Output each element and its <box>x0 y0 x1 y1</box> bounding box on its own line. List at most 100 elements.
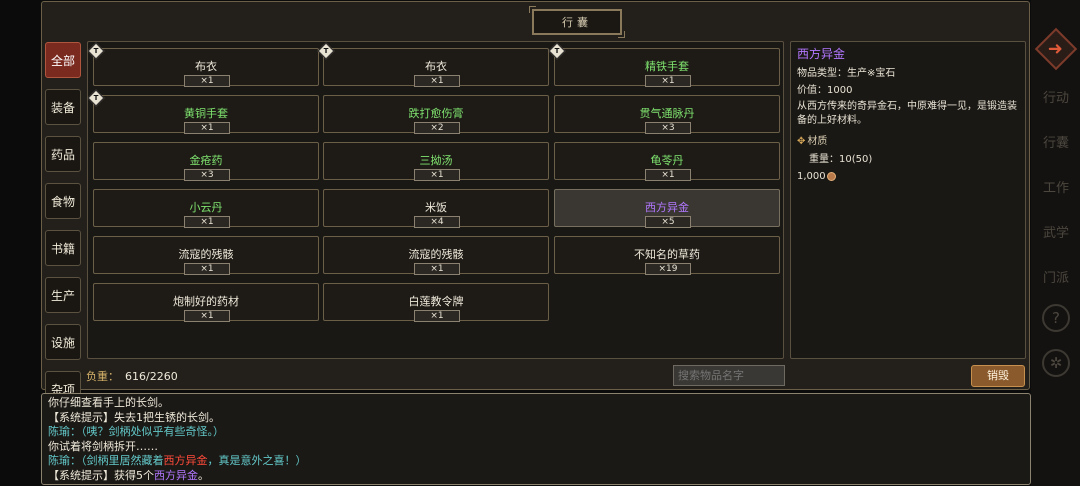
item-name: 炮制好的药材 <box>173 295 239 308</box>
item-quantity: ×1 <box>645 169 691 181</box>
help-icon[interactable]: ? <box>1042 304 1070 332</box>
item-name: 流寇的残骸 <box>408 248 464 261</box>
item-name: 布衣 <box>425 60 447 73</box>
item-name: 龟苓丹 <box>650 154 684 167</box>
log-segment: 西方异金 <box>154 468 198 482</box>
inventory-item[interactable]: 西方异金 ×5 <box>554 189 780 228</box>
item-quantity: ×1 <box>184 122 230 134</box>
equip-tag-icon: T <box>87 42 105 60</box>
inventory-item[interactable]: T 精铁手套 ×1 <box>548 42 780 87</box>
equip-tag-label: T <box>554 47 560 55</box>
carry-weight: 负重： 616/2260 <box>86 368 178 384</box>
sect-icon-glyph: 门派 <box>1042 270 1069 286</box>
settings-icon[interactable]: ✲ <box>1042 349 1070 377</box>
item-quantity: ×1 <box>414 310 460 322</box>
equip-tag-icon: T <box>87 89 105 107</box>
item-quantity: ×1 <box>414 263 460 275</box>
detail-item-type: 物品类型：生产※宝石 <box>797 68 896 79</box>
equip-tag-icon: T <box>548 42 566 60</box>
log-line: 你试着将剑柄拆开…… <box>48 440 1024 455</box>
inventory-item[interactable]: 跌打愈伤膏 ×2 <box>323 95 549 134</box>
item-name: 金疮药 <box>189 154 223 167</box>
item-quantity: ×1 <box>184 216 230 228</box>
item-name: 小云丹 <box>189 201 223 214</box>
log-segment: 【系统提示】失去1把生锈的长剑。 <box>48 410 220 424</box>
item-name: 白莲教令牌 <box>408 295 464 308</box>
action-arrow-icon[interactable]: ➜ <box>1034 27 1078 71</box>
detail-description: 从西方传来的奇异金石，中原难得一见，是锻造装备的上好材料。 <box>797 101 1017 126</box>
destroy-button[interactable]: 销毁 <box>971 365 1025 387</box>
item-name: 贯气通脉丹 <box>639 107 695 120</box>
category-tab[interactable]: 书籍 <box>45 230 81 266</box>
inventory-item[interactable]: 小云丹 ×1 <box>93 189 319 228</box>
category-tab[interactable]: 全部 <box>45 42 81 78</box>
log-line: 【系统提示】失去1把生锈的长剑。 <box>48 411 1024 426</box>
item-detail-panel: 西方异金 物品类型：生产※宝石 价值：1000 从西方传来的奇异金石，中原难得一… <box>790 41 1026 359</box>
inventory-item[interactable]: 金疮药 ×3 <box>93 142 319 181</box>
bag-icon-glyph: 行囊 <box>1042 135 1069 151</box>
log-line: 你仔细查看手上的长剑。 <box>48 396 1024 411</box>
detail-weight: 重量：10(50) <box>809 154 873 165</box>
equip-tag-label: T <box>93 47 99 55</box>
item-quantity: ×1 <box>645 75 691 87</box>
equip-tag-label: T <box>323 47 329 55</box>
category-tab[interactable]: 药品 <box>45 136 81 172</box>
item-name: 跌打愈伤膏 <box>408 107 464 120</box>
log-segment: 。 <box>198 468 209 482</box>
item-quantity: ×19 <box>645 263 691 275</box>
item-name: 西方异金 <box>645 201 689 214</box>
action-icon-glyph: 行动 <box>1042 90 1069 106</box>
inventory-item[interactable]: T 布衣 ×1 <box>317 42 549 87</box>
action-icon[interactable]: 行动 <box>1039 79 1073 113</box>
inventory-item[interactable]: 米饭 ×4 <box>323 189 549 228</box>
item-quantity: ×1 <box>414 75 460 87</box>
detail-material: ✥ 材质 <box>797 132 1019 147</box>
category-tab[interactable]: 食物 <box>45 183 81 219</box>
log-segment: 你仔细查看手上的长剑。 <box>48 396 169 409</box>
work-icon[interactable]: 工作 <box>1039 169 1073 203</box>
bag-icon[interactable]: 行囊 <box>1039 124 1073 158</box>
category-tab[interactable]: 装备 <box>45 89 81 125</box>
action-arrow-icon-glyph: ➜ <box>1048 38 1064 60</box>
inventory-item[interactable]: 流寇的残骸 ×1 <box>323 236 549 275</box>
inventory-item[interactable]: 龟苓丹 ×1 <box>554 142 780 181</box>
item-quantity: ×3 <box>645 122 691 134</box>
price-value: 1,000 <box>797 171 826 182</box>
log-segment: 西方异金 <box>163 454 208 467</box>
item-name: 流寇的残骸 <box>178 248 234 261</box>
inventory-item[interactable]: 不知名的草药 ×19 <box>554 236 780 275</box>
item-quantity: ×1 <box>184 310 230 322</box>
category-tab[interactable]: 生产 <box>45 277 81 313</box>
log-segment: 陈瑜：（咦？剑柄处似乎有些奇怪。） <box>48 425 224 438</box>
inventory-item[interactable]: 白莲教令牌 ×1 <box>323 283 549 322</box>
inventory-item[interactable]: T 布衣 ×1 <box>87 42 319 87</box>
item-search-input[interactable] <box>673 365 785 386</box>
inventory-item[interactable]: 三拗汤 ×1 <box>323 142 549 181</box>
detail-item-name: 西方异金 <box>797 47 846 61</box>
inventory-item[interactable]: T 黄铜手套 ×1 <box>87 89 319 134</box>
coin-icon <box>826 171 836 181</box>
message-log: 你仔细查看手上的长剑。 【系统提示】失去1把生锈的长剑。 陈瑜：（咦？剑柄处似乎有些… <box>41 393 1031 485</box>
detail-price: 1,000 <box>797 171 1019 182</box>
work-icon-glyph: 工作 <box>1042 180 1069 196</box>
item-name: 精铁手套 <box>645 60 689 73</box>
item-quantity: ×5 <box>645 216 691 228</box>
category-tab[interactable]: 设施 <box>45 324 81 360</box>
carry-weight-label: 负重： <box>86 370 119 383</box>
sect-icon[interactable]: 门派 <box>1039 259 1073 293</box>
item-quantity: ×3 <box>184 169 230 181</box>
log-segment: 陈瑜：（剑柄里居然藏着 <box>48 454 164 467</box>
martial-icon[interactable]: 武学 <box>1039 214 1073 248</box>
inventory-item[interactable]: 流寇的残骸 ×1 <box>93 236 319 275</box>
log-line: 陈瑜：（剑柄里居然藏着西方异金，真是意外之喜！） <box>48 454 1024 469</box>
log-segment: 你试着将剑柄拆开…… <box>48 439 158 453</box>
log-line: 【系统提示】获得5个西方异金。 <box>48 469 1024 484</box>
carry-weight-value: 616/2260 <box>125 370 178 383</box>
log-line: 陈瑜：（咦？剑柄处似乎有些奇怪。） <box>48 425 1024 440</box>
inventory-item[interactable]: 炮制好的药材 ×1 <box>93 283 319 322</box>
right-sidebar: ➜ 行动行囊工作武学门派? ✲ <box>1031 0 1080 486</box>
item-grid: T 布衣 ×1 T 布衣 ×1 T 精铁手套 ×1 T 黄铜手套 ×1 跌打愈伤膏 ×2 贯气通脉丹 ×3 金疮… <box>87 41 784 359</box>
equip-tag-icon: T <box>317 42 335 60</box>
inventory-item[interactable]: 贯气通脉丹 ×3 <box>554 95 780 134</box>
item-quantity: ×1 <box>184 75 230 87</box>
